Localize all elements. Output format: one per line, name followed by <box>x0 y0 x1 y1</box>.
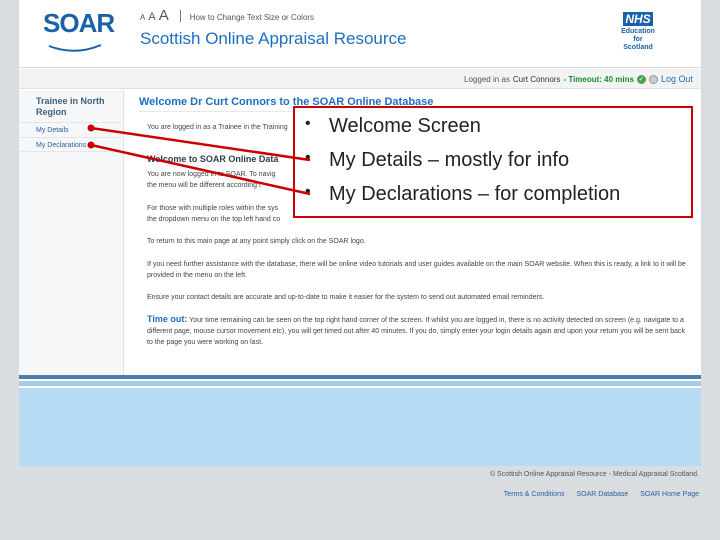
logged-in-label: Logged in as <box>464 74 510 84</box>
sidebar: Trainee in North Region My Details My De… <box>19 90 124 375</box>
nhs-logo: NHS Education for Scotland <box>617 10 659 52</box>
soar-database-link[interactable]: SOAR Database <box>577 491 629 498</box>
terms-link[interactable]: Terms & Conditions <box>504 491 565 498</box>
timeout-paragraph: Time out: Your time remaining can be see… <box>147 314 687 348</box>
footer-band <box>19 381 701 386</box>
footer-band <box>19 388 701 466</box>
callout-bullet: • My Details – mostly for info <box>305 148 681 182</box>
logout-link[interactable]: Log Out <box>661 74 693 84</box>
logo-text: SOAR <box>43 8 115 38</box>
callout-bullet-text: Welcome Screen <box>329 115 481 137</box>
text-size-help-link[interactable]: How to Change Text Size or Colors <box>190 13 314 22</box>
return-text: To return to this main page at any point… <box>147 238 366 245</box>
help-text: If you need further assistance with the … <box>147 261 686 279</box>
nhs-mark: NHS <box>623 12 653 26</box>
callout-bullet: • Welcome Screen <box>305 114 681 148</box>
bullet-icon: • <box>305 149 311 166</box>
nhs-sub-line: Scotland <box>623 44 653 51</box>
soar-home-link[interactable]: SOAR Home Page <box>640 491 699 498</box>
header: SOAR A A A How to Change Text Size or Co… <box>19 0 701 68</box>
sidebar-item-my-declarations[interactable]: My Declarations <box>19 137 124 152</box>
callout-bullet: • My Declarations – for completion <box>305 182 681 216</box>
sidebar-heading: Trainee in North Region <box>36 96 105 117</box>
logo-swoosh-icon <box>48 44 102 52</box>
logout-icon[interactable] <box>648 74 658 84</box>
nhs-sub-line: for <box>633 36 643 43</box>
text-size-large-button[interactable]: A <box>159 7 169 24</box>
footer-band <box>19 375 701 379</box>
callout-bullet-text: My Declarations – for completion <box>329 183 621 205</box>
check-icon: ✓ <box>636 74 646 84</box>
footer: © Scottish Online Appraisal Resource - M… <box>19 466 701 516</box>
timeout-text: Your time remaining can be seen on the t… <box>147 317 685 346</box>
callout-box: • Welcome Screen • My Details – mostly for… <box>293 106 693 218</box>
soar-logo[interactable]: SOAR <box>43 8 115 58</box>
footer-links: Terms & Conditions SOAR Database SOAR Ho… <box>504 491 699 498</box>
text-size-medium-button[interactable]: A <box>148 11 155 23</box>
sidebar-item-my-details[interactable]: My Details <box>19 122 124 137</box>
text-size-controls: A A A How to Change Text Size or Colors <box>140 7 314 24</box>
login-status: Logged in as Curt Connors - Timeout: 40 … <box>464 74 693 84</box>
user-name: Curt Connors <box>512 74 561 84</box>
timeout-status: - Timeout: 40 mins <box>563 74 634 84</box>
timeout-heading: Time out: <box>147 314 188 324</box>
bullet-icon: • <box>305 115 311 132</box>
site-title: Scottish Online Appraisal Resource <box>140 29 407 48</box>
contact-text: Ensure your contact details are accurate… <box>147 294 545 301</box>
bullet-icon: • <box>305 183 311 200</box>
login-bar: Logged in as Curt Connors - Timeout: 40 … <box>19 69 701 89</box>
divider <box>179 9 181 22</box>
copyright-text: © Scottish Online Appraisal Resource - M… <box>489 471 699 478</box>
nhs-sub-line: Education <box>621 28 655 35</box>
text-size-small-button[interactable]: A <box>140 13 145 22</box>
page-frame: SOAR A A A How to Change Text Size or Co… <box>19 0 701 466</box>
callout-bullet-text: My Details – mostly for info <box>329 149 570 171</box>
